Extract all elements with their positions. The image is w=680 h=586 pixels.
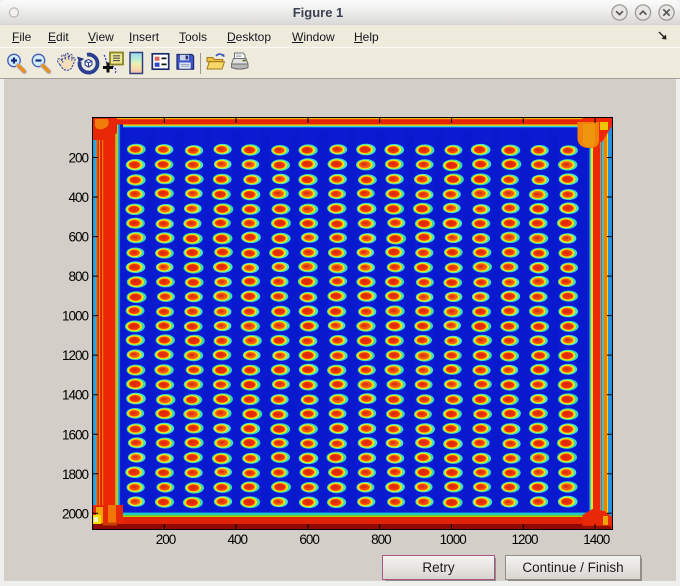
svg-text:2000: 2000 <box>62 506 89 521</box>
svg-text:1200: 1200 <box>511 532 538 547</box>
svg-text:800: 800 <box>371 532 391 547</box>
svg-text:200: 200 <box>68 151 88 166</box>
svg-text:600: 600 <box>299 532 319 547</box>
svg-text:1600: 1600 <box>62 427 89 442</box>
svg-text:800: 800 <box>68 269 88 284</box>
svg-text:1000: 1000 <box>440 532 467 547</box>
svg-text:1000: 1000 <box>62 309 89 324</box>
svg-text:400: 400 <box>68 190 88 205</box>
svg-text:1400: 1400 <box>583 532 610 547</box>
svg-text:1400: 1400 <box>62 388 89 403</box>
svg-text:1200: 1200 <box>62 348 89 363</box>
svg-text:400: 400 <box>228 532 248 547</box>
svg-text:600: 600 <box>68 230 88 245</box>
svg-text:200: 200 <box>156 532 176 547</box>
svg-text:1800: 1800 <box>62 467 89 482</box>
